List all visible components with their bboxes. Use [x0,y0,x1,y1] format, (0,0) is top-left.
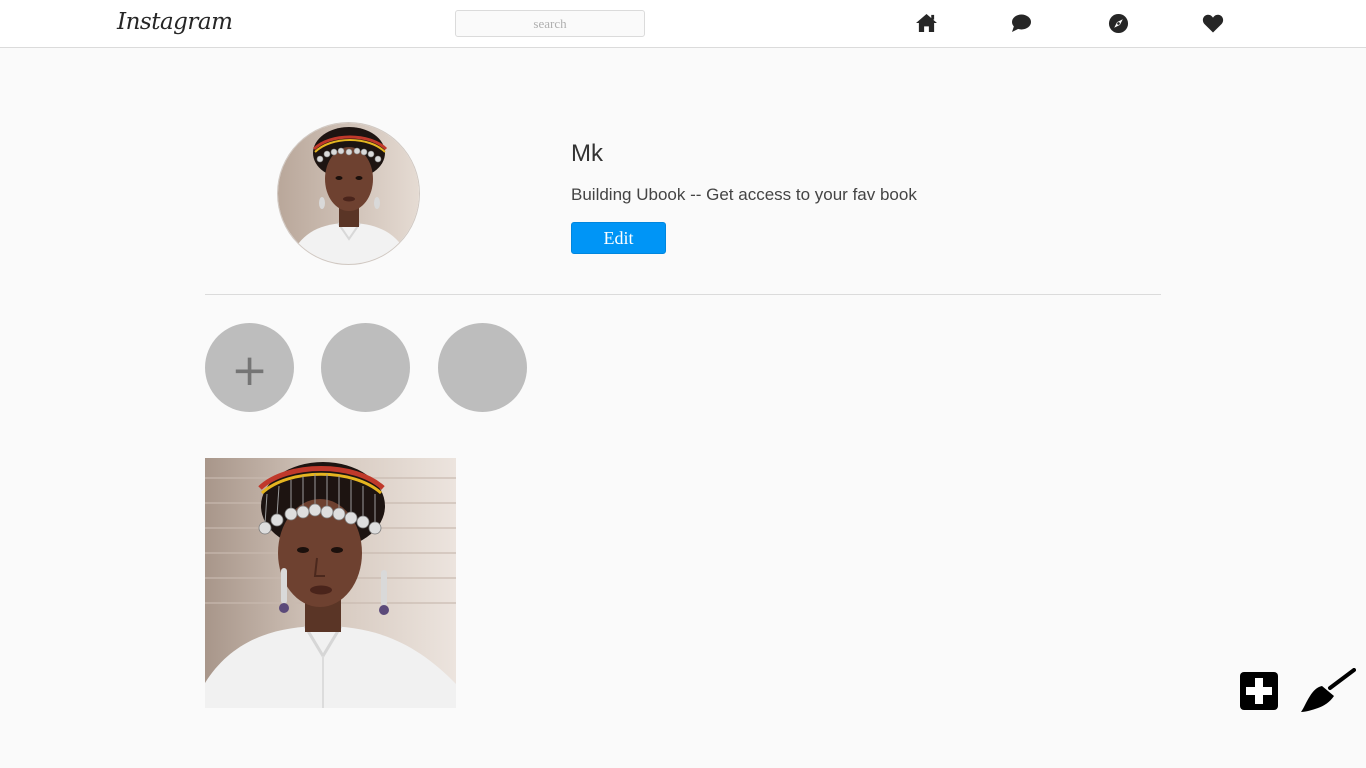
add-highlight-button[interactable]: + [205,323,294,412]
section-divider [205,294,1161,295]
edit-profile-button[interactable]: Edit [571,222,666,254]
instagram-logo[interactable]: Instagram [117,6,233,38]
search-input[interactable] [455,10,645,37]
highlight-circle[interactable] [438,323,527,412]
home-icon[interactable] [914,11,938,35]
chat-bubble-icon[interactable] [1009,11,1033,35]
highlight-circle[interactable] [321,323,410,412]
heart-icon[interactable] [1201,11,1225,35]
top-navbar: Instagram [0,0,1366,48]
profile-username: Mk [571,140,603,167]
post-thumbnail[interactable] [205,458,456,708]
plus-icon: + [231,344,268,396]
add-post-icon[interactable] [1240,672,1278,715]
paint-brush-icon[interactable] [1300,668,1356,719]
compass-icon[interactable] [1106,11,1130,35]
profile-bio: Building Ubook -- Get access to your fav… [571,185,917,204]
profile-avatar[interactable] [277,122,420,265]
